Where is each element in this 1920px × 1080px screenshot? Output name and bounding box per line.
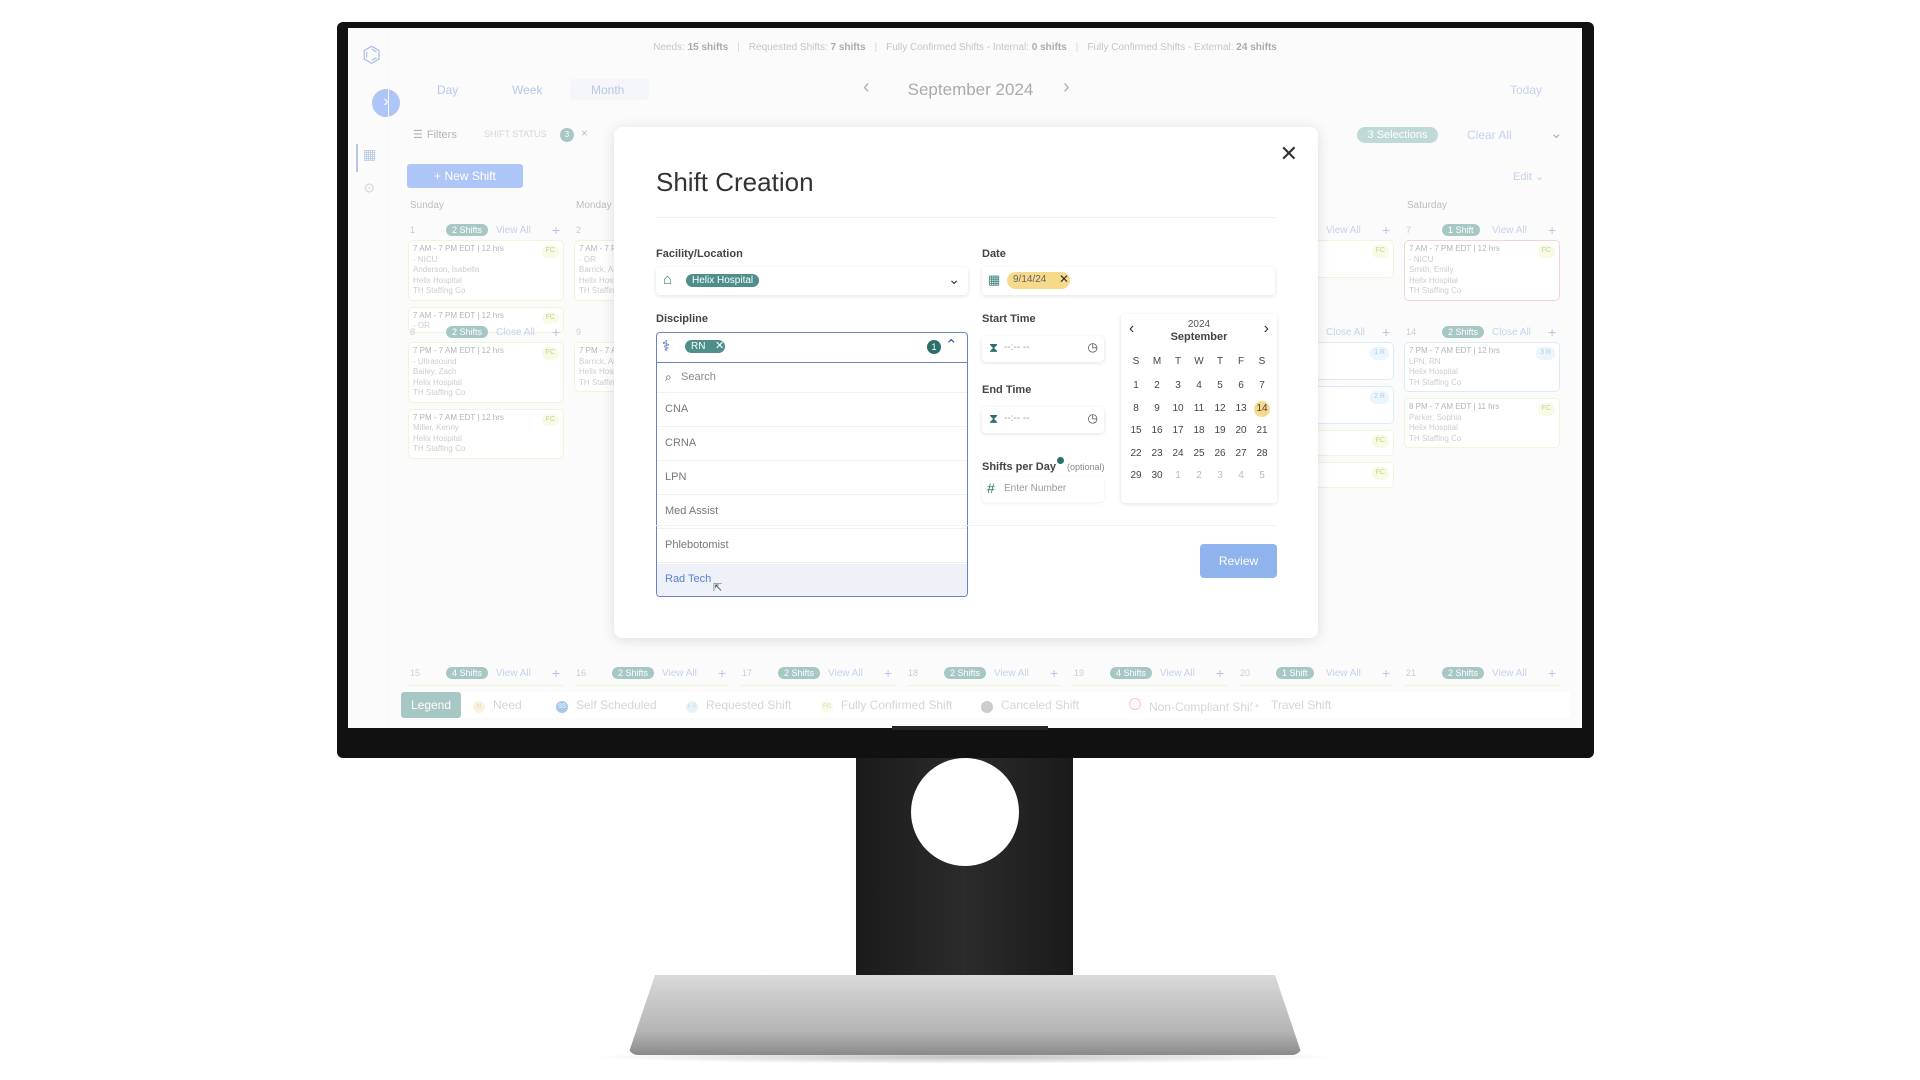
picker-day[interactable]: 11 <box>1189 401 1209 417</box>
picker-day[interactable]: 15 <box>1126 423 1146 439</box>
picker-day[interactable]: 4 <box>1189 378 1209 394</box>
picker-day[interactable]: 26 <box>1210 446 1230 462</box>
remove-discipline-icon[interactable]: ✕ <box>715 339 724 352</box>
discipline-option[interactable]: CRNA <box>657 428 967 461</box>
shifts-per-day-text: Shifts per Day <box>982 461 1056 473</box>
picker-day[interactable]: 27 <box>1231 446 1251 462</box>
hourglass-icon: ⧗ <box>989 411 999 426</box>
picker-day[interactable]: 25 <box>1189 446 1209 462</box>
weekday-label: S <box>1258 356 1266 367</box>
info-icon[interactable] <box>1056 457 1064 464</box>
end-time-input[interactable]: ⧗ --:-- -- ◷ <box>982 407 1104 433</box>
shifts-per-day-placeholder: Enter Number <box>1004 483 1067 494</box>
optional-label: (optional) <box>1067 462 1105 472</box>
remove-date-icon[interactable]: ✕ <box>1059 272 1069 286</box>
weekday-label: T <box>1174 356 1182 367</box>
picker-day[interactable]: 9 <box>1147 401 1167 417</box>
picker-day[interactable]: 6 <box>1231 378 1251 394</box>
footer-divider <box>656 525 1276 526</box>
discipline-input[interactable]: ⚕ RN ✕ 1 ⌃ <box>657 333 967 363</box>
picker-day[interactable]: 28 <box>1252 446 1272 462</box>
hash-icon: # <box>987 480 995 496</box>
review-button[interactable]: Review <box>1200 544 1277 578</box>
picker-day[interactable]: 12 <box>1210 401 1230 417</box>
monitor-stand-base <box>628 975 1302 1055</box>
picker-day[interactable]: 3 <box>1210 468 1230 484</box>
picker-day[interactable]: 21 <box>1252 423 1272 439</box>
picker-day[interactable]: 13 <box>1231 401 1251 417</box>
discipline-search[interactable]: ⌕ Search <box>657 363 967 393</box>
facility-label: Facility/Location <box>656 248 743 260</box>
picker-day[interactable]: 17 <box>1168 423 1188 439</box>
start-time-input[interactable]: ⧗ --:-- -- ◷ <box>982 336 1104 362</box>
shifts-per-day-input[interactable]: # Enter Number <box>982 476 1104 502</box>
modal-title: Shift Creation <box>656 167 814 197</box>
picker-day[interactable]: 5 <box>1252 468 1272 484</box>
home-icon: ⌂ <box>663 271 673 288</box>
discipline-option[interactable]: Phlebotomist <box>657 530 967 563</box>
mouse-cursor-icon: ⇱ <box>713 582 723 594</box>
picker-day[interactable]: 4 <box>1231 468 1251 484</box>
picker-day[interactable]: 3 <box>1168 378 1188 394</box>
chevron-down-icon[interactable]: ⌄ <box>948 271 960 288</box>
picker-day[interactable]: 19 <box>1210 423 1230 439</box>
facility-select[interactable]: ⌂ Helix Hospital ⌄ <box>656 267 968 295</box>
picker-day[interactable]: 18 <box>1189 423 1209 439</box>
discipline-count-badge: 1 <box>927 340 941 354</box>
end-time-value: --:-- -- <box>1004 413 1030 424</box>
discipline-label: Discipline <box>656 313 708 325</box>
weekday-label: M <box>1152 356 1162 367</box>
search-icon: ⌕ <box>665 370 672 384</box>
app-screen: ⌬ › ▦ ⚙ Needs: 15 shifts|Requested Shift… <box>348 28 1582 728</box>
stethoscope-icon: ⚕ <box>662 338 671 355</box>
calendar-icon: ▦ <box>988 272 1001 287</box>
monitor-bezel-logo <box>892 726 1048 730</box>
weekday-label: S <box>1132 356 1140 367</box>
search-input[interactable]: Search <box>681 371 716 383</box>
facility-chip: Helix Hospital <box>686 274 760 287</box>
discipline-options: CNA CRNA LPN Med Assist Phlebotomist Rad Tech… <box>657 394 967 596</box>
close-modal-button[interactable]: ✕ <box>1280 141 1298 167</box>
picker-day[interactable]: 24 <box>1168 446 1188 462</box>
picker-day[interactable]: 30 <box>1147 468 1167 484</box>
picker-day[interactable]: 20 <box>1231 423 1251 439</box>
shifts-per-day-label: Shifts per Day (optional) <box>982 457 1105 473</box>
clock-icon[interactable]: ◷ <box>1088 340 1098 354</box>
picker-day[interactable]: 2 <box>1147 378 1167 394</box>
discipline-option[interactable]: LPN <box>657 462 967 495</box>
discipline-option[interactable]: CNA <box>657 394 967 427</box>
clock-icon[interactable]: ◷ <box>1088 411 1098 425</box>
hourglass-icon: ⧗ <box>989 340 999 355</box>
start-time-value: --:-- -- <box>1004 342 1030 353</box>
picker-year: 2024 <box>1187 319 1211 330</box>
picker-day[interactable]: 29 <box>1126 468 1146 484</box>
chevron-up-icon[interactable]: ⌃ <box>945 336 958 354</box>
weekday-label: W <box>1194 356 1204 367</box>
date-input[interactable]: ▦ 9/14/24 ✕ <box>982 267 1275 295</box>
picker-day[interactable]: 2 <box>1189 468 1209 484</box>
shift-creation-modal: ✕ Shift Creation Facility/Location ⌂ Hel… <box>614 127 1318 638</box>
date-picker: ‹ › 2024 September S M T W T F S 1 2 3 4 5 6 7 8 9 10 11 1… <box>1121 314 1277 503</box>
weekday-label: F <box>1237 356 1245 367</box>
picker-day[interactable]: 1 <box>1168 468 1188 484</box>
discipline-option[interactable]: Rad Tech <box>657 564 967 596</box>
start-time-label: Start Time <box>982 313 1036 325</box>
monitor-stand-hole <box>911 758 1019 866</box>
picker-day[interactable]: 22 <box>1126 446 1146 462</box>
discipline-select[interactable]: ⚕ RN ✕ 1 ⌃ ⌕ Search CNA CRNA LPN Med Assist… <box>656 332 968 597</box>
picker-day[interactable]: 14 <box>1254 400 1270 417</box>
picker-day[interactable]: 10 <box>1168 401 1188 417</box>
end-time-label: End Time <box>982 384 1032 396</box>
picker-month: September <box>1170 331 1228 343</box>
date-label: Date <box>982 248 1006 260</box>
picker-day[interactable]: 7 <box>1252 378 1272 394</box>
picker-day[interactable]: 1 <box>1126 378 1146 394</box>
picker-day[interactable]: 16 <box>1147 423 1167 439</box>
picker-day[interactable]: 8 <box>1126 401 1146 417</box>
picker-day[interactable]: 5 <box>1210 378 1230 394</box>
picker-day[interactable]: 23 <box>1147 446 1167 462</box>
title-divider <box>656 217 1276 218</box>
weekday-label: T <box>1216 356 1224 367</box>
